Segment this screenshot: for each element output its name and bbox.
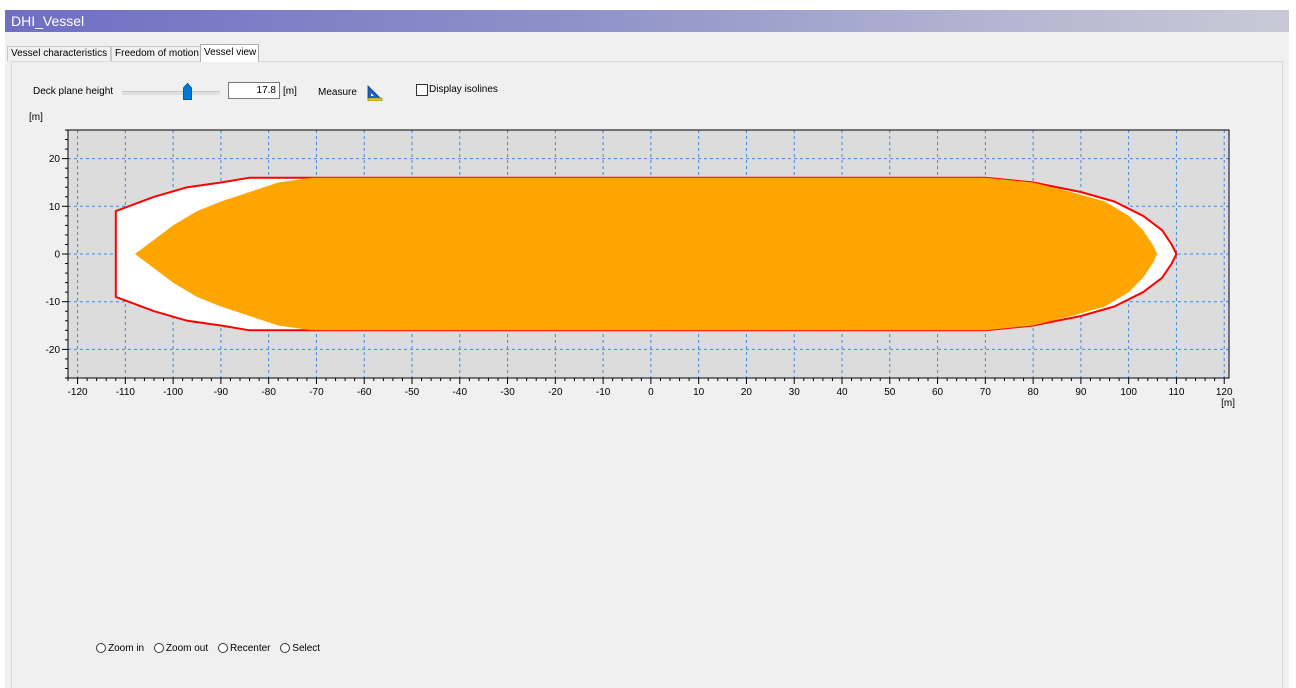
zoom-out-option[interactable]: Zoom out [153,643,209,654]
x-axis-unit: [m] [1221,398,1235,409]
x-tick-label: -110 [116,387,136,398]
y-tick-label: 0 [54,250,60,261]
x-tick-label: 40 [836,387,848,398]
x-tick-label: -70 [309,387,324,398]
x-tick-label: -30 [500,387,515,398]
tab-vessel-characteristics[interactable]: Vessel characteristics [7,46,111,61]
x-tick-label: 100 [1120,387,1137,398]
x-tick-label: 120 [1216,387,1233,398]
x-tick-label: -90 [214,387,229,398]
x-tick-label: 10 [693,387,705,398]
display-isolines-checkbox[interactable] [416,84,428,96]
y-tick-label: -10 [46,297,61,308]
recenter-label: Recenter [229,643,271,654]
display-isolines-label: Display isolines [429,84,498,95]
select-radio[interactable] [280,643,291,653]
x-tick-label: 60 [932,387,944,398]
x-tick-label: 30 [789,387,801,398]
x-tick-label: 90 [1075,387,1087,398]
x-tick-label: 20 [741,387,753,398]
deck-section [134,177,1158,331]
x-tick-label: 110 [1168,387,1184,398]
x-tick-label: -10 [596,387,611,398]
zoom-in-option[interactable]: Zoom in [96,643,144,654]
view-mode-group: Zoom in Zoom out Recenter Select [96,643,327,654]
x-tick-label: 50 [884,387,896,398]
zoom-out-radio[interactable] [153,643,164,653]
tab-vessel-view[interactable]: Vessel view [200,44,259,62]
deck-plane-slider-thumb[interactable] [183,83,192,100]
deck-plane-slider-track[interactable] [122,91,220,95]
x-tick-label: 80 [1028,387,1040,398]
y-tick-label: -20 [46,345,61,356]
select-label: Select [292,643,321,654]
y-tick-label: 20 [49,154,61,165]
y-tick-label: 10 [49,202,61,213]
x-tick-label: -80 [261,387,276,398]
measure-label: Measure [318,87,357,98]
deck-plane-unit: [m] [283,86,297,97]
window-title: DHI_Vessel [11,13,85,29]
window-title-bar: DHI_Vessel [5,10,1289,32]
deck-plane-height-label: Deck plane height [33,86,114,97]
zoom-out-label: Zoom out [165,643,209,654]
x-tick-label: -40 [453,387,468,398]
tab-freedom-of-motion[interactable]: Freedom of motion [111,46,202,61]
recenter-radio[interactable] [217,643,228,653]
measure-ruler-icon[interactable] [367,85,383,101]
x-tick-label: -50 [405,387,420,398]
y-axis-unit: [m] [29,112,43,123]
vessel-deck-plot[interactable]: -120 -110 -100 -90 -80 -70 -60 -50 -40 -30 -20 -10 0… [28,110,1248,420]
deck-plane-height-input[interactable]: 17.8 [228,82,280,99]
zoom-in-radio[interactable] [96,643,106,653]
x-tick-label: -60 [357,387,372,398]
x-tick-label: -120 [68,387,88,398]
x-tick-label: -20 [548,387,563,398]
recenter-option[interactable]: Recenter [217,643,271,654]
x-tick-label: 0 [648,387,654,398]
x-tick-label: 70 [980,387,992,398]
zoom-in-label: Zoom in [108,643,145,654]
select-option[interactable]: Select [280,643,320,654]
x-tick-label: -100 [163,387,183,398]
